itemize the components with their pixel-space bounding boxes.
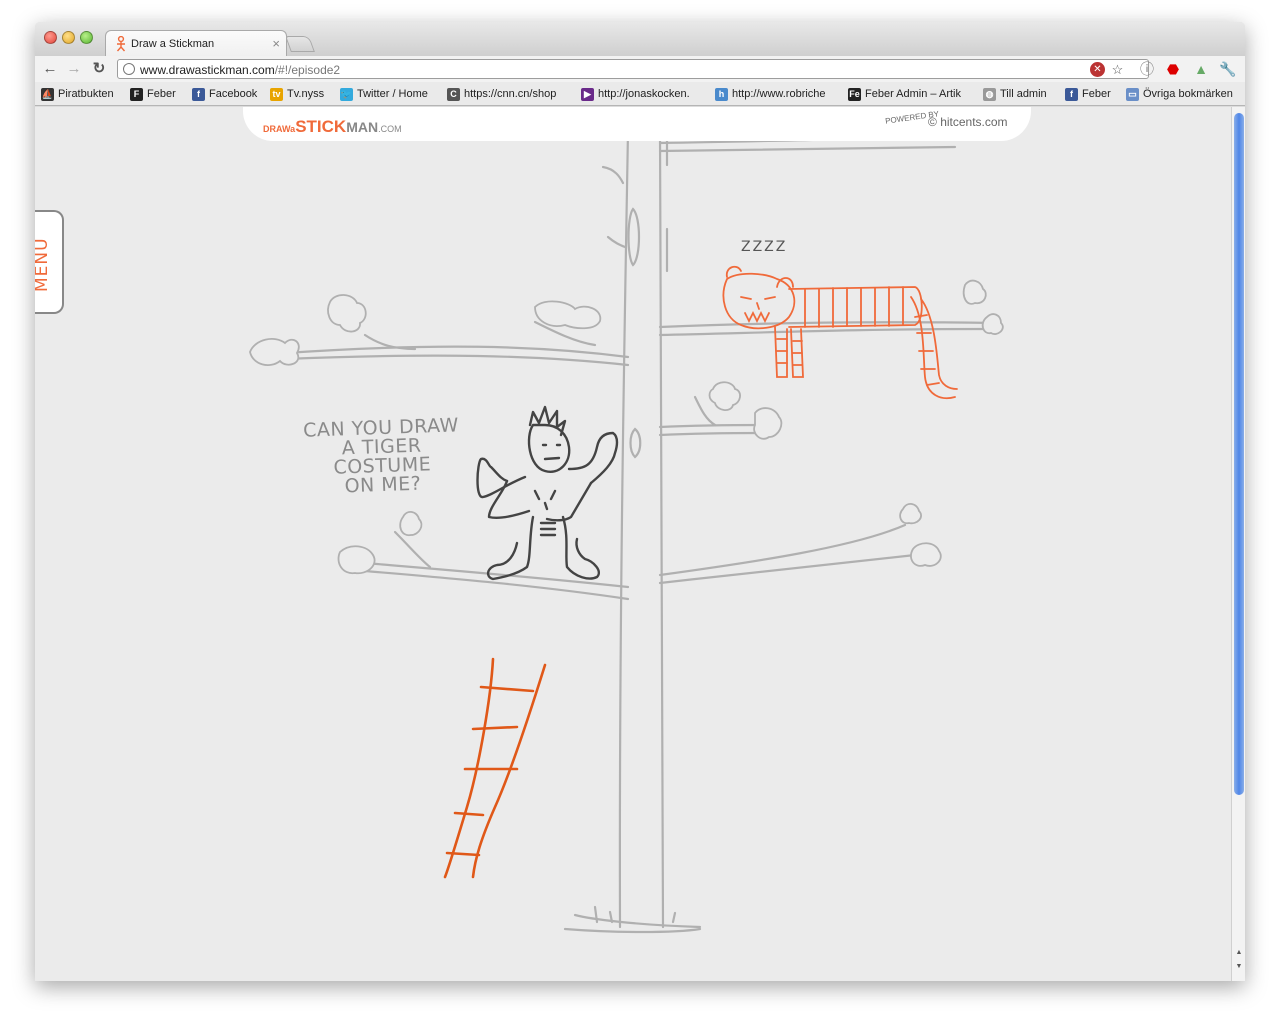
play-icon: ▶ [581, 87, 594, 101]
info-bubble-icon[interactable]: ⓘ [1138, 60, 1156, 78]
logo-man: MAN [346, 119, 379, 135]
new-tab-button[interactable] [285, 36, 315, 52]
blocked-popup-icon[interactable]: ✕ [1090, 62, 1105, 77]
adblock-icon[interactable]: ⬣ [1164, 60, 1182, 78]
url-domain: www.drawastickman.com [140, 63, 275, 77]
address-bar[interactable]: www.drawastickman.com/#!/episode2 ✕ ☆ [117, 59, 1149, 79]
bookmark-label: Piratbukten [58, 88, 114, 100]
bookmark-label: https://cnn.cn/shop [464, 88, 557, 100]
bookmark-star-icon[interactable]: ☆ [1110, 62, 1125, 77]
bookmark-item[interactable]: ⛵ Piratbukten [41, 86, 126, 102]
menu-label: MENU [35, 237, 52, 293]
site-logo[interactable]: DRAWaSTICKMAN.COM [263, 117, 402, 137]
tab-title: Draw a Stickman [131, 38, 215, 50]
speech-text: CAN YOU DRAW A TIGER COSTUME ON ME? [296, 414, 469, 498]
logo-draw: DRAW [263, 124, 291, 134]
bookmark-label: http://jonaskocken. [598, 88, 690, 100]
maximize-window-button[interactable] [80, 31, 93, 44]
bookmark-label: Facebook [209, 88, 258, 100]
bookmark-item[interactable]: 🐦 Twitter / Home [340, 86, 443, 102]
bookmark-label: Feber [147, 88, 176, 100]
page-content: ZZZZ DRAWaSTICKMAN.COM POWERED BY © hitc… [35, 107, 1231, 981]
scroll-down-arrow-icon[interactable]: ▼ [1234, 963, 1244, 970]
bookmark-item[interactable]: F Feber [130, 86, 188, 102]
minimize-window-button[interactable] [62, 31, 75, 44]
bookmark-label: Tv.nyss [287, 88, 325, 100]
bookmark-label: Twitter / Home [357, 88, 428, 100]
url-path: /#!/episode2 [274, 63, 341, 77]
logo-stick: STICK [295, 117, 347, 136]
reload-icon[interactable]: ↻ [90, 60, 108, 78]
folder-icon: ▭ [1126, 87, 1139, 101]
menu-button[interactable]: MENU [35, 210, 64, 314]
twitter-bird-icon: 🐦 [340, 87, 353, 101]
wrench-icon[interactable]: 🔧 [1219, 60, 1237, 78]
bookmark-item[interactable]: Fe Feber Admin – Artik [848, 86, 978, 102]
scroll-up-arrow-icon[interactable]: ▲ [1234, 949, 1244, 956]
scene-drawing: ZZZZ [249, 129, 1004, 934]
close-window-button[interactable] [44, 31, 57, 44]
pirate-ship-icon: ⛵ [41, 87, 54, 101]
cnn-icon: C [447, 87, 460, 101]
fe-icon: Fe [848, 87, 861, 101]
globe-icon [123, 63, 135, 75]
bookmark-item[interactable]: Chttps://cnn.cn/shop [447, 86, 577, 102]
bookmark-label: Övriga bokmärken [1143, 88, 1233, 100]
stickman-favicon-icon [116, 36, 126, 52]
extension-icon[interactable]: ▲ [1192, 60, 1210, 78]
globe-icon: ◍ [983, 87, 996, 101]
scrollbar-thumb[interactable] [1234, 113, 1244, 795]
facebook-icon: f [1065, 87, 1078, 101]
vertical-scrollbar[interactable]: ▲ ▼ [1231, 107, 1245, 981]
tv-icon: tv [270, 87, 283, 101]
browser-tab[interactable]: Draw a Stickman × [105, 30, 287, 57]
hitcents-link[interactable]: © hitcents.com [928, 115, 1008, 129]
browser-window: Draw a Stickman × ← → ↻ www.drawastickma… [35, 22, 1245, 981]
back-arrow-icon[interactable]: ← [41, 60, 59, 78]
forward-arrow-icon[interactable]: → [65, 60, 83, 78]
bookmark-item[interactable]: ◍ Till admin [983, 86, 1061, 102]
bookmark-item[interactable]: tv Tv.nyss [270, 86, 335, 102]
h-icon: h [715, 87, 728, 101]
bookmark-item[interactable]: ▶ http://jonaskocken. [581, 86, 711, 102]
toolbar: ← → ↻ www.drawastickman.com/#!/episode2 … [35, 56, 1245, 82]
tab-close-icon[interactable]: × [272, 36, 280, 51]
ladder-drawing [443, 657, 547, 879]
bookmark-label: Till admin [1000, 88, 1047, 100]
bookmarks-bar: ⛵ Piratbukten F Feber f Facebook tv Tv.nyss 🐦 Twi… [35, 82, 1245, 106]
zzz-text: ZZZZ [741, 239, 787, 255]
hitcents-c-icon: © [928, 115, 937, 129]
bookmark-label: Feber Admin – Artik [865, 88, 961, 100]
bookmark-item[interactable]: ▭ Övriga bokmärken [1126, 86, 1241, 102]
bookmark-label: Feber [1082, 88, 1111, 100]
hitcents-text: hitcents.com [940, 115, 1008, 129]
facebook-icon: f [192, 87, 205, 101]
title-bar: Draw a Stickman × [35, 22, 1245, 57]
bookmark-item[interactable]: f Feber [1065, 86, 1123, 102]
bookmark-label: http://www.robriche [732, 88, 826, 100]
speech-line-2: A TIGER COSTUME [333, 434, 432, 479]
stickman-drawing [476, 405, 619, 581]
bookmark-item[interactable]: f Facebook [192, 86, 267, 102]
logo-com: .COM [378, 124, 402, 134]
url-text: www.drawastickman.com/#!/episode2 [140, 63, 340, 77]
feber-f-icon: F [130, 87, 143, 101]
tree [283, 129, 997, 934]
bookmark-item[interactable]: h http://www.robriche [715, 86, 845, 102]
